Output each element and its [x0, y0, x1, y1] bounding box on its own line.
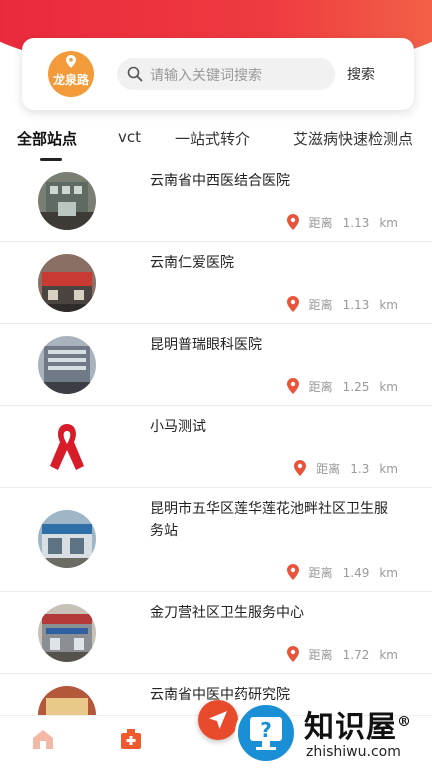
site-avatar	[38, 172, 96, 230]
site-name: 金刀营社区卫生服务中心	[150, 605, 304, 621]
tab-vct[interactable]: vct	[118, 128, 141, 146]
site-list[interactable]: 云南省中西医结合医院 距离 1.13 km 云南仁爱医院 距离 1.13 km	[0, 160, 432, 715]
distance-label: 距离	[308, 648, 333, 662]
building-photo-icon	[38, 254, 96, 312]
distance-label: 距离	[316, 462, 341, 476]
search-placeholder: 请输入关键词搜索	[150, 68, 262, 84]
category-tabs: 全部站点 vct 一站式转介 艾滋病快速检测点	[0, 122, 432, 164]
site-name: 昆明普瑞眼科医院	[150, 337, 262, 353]
search-button[interactable]: 搜索	[347, 64, 375, 84]
watermark-logo: ?	[235, 702, 297, 764]
site-name: 云南省中西医结合医院	[150, 173, 290, 189]
list-item[interactable]: 云南仁爱医院 距离 1.13 km	[0, 242, 432, 324]
distance-value: 1.49	[342, 566, 370, 580]
site-avatar	[38, 336, 96, 394]
site-avatar	[38, 510, 96, 568]
location-label: 龙泉路	[52, 73, 89, 87]
site-name: 昆明市五华区莲华莲花池畔社区卫生服务站	[150, 501, 388, 539]
site-avatar	[38, 604, 96, 662]
distance-value: 1.13	[342, 298, 370, 312]
watermark-subtitle: zhishiwu.com	[306, 744, 401, 760]
site-distance: 距离 1.72 km	[286, 646, 398, 663]
tab-referral[interactable]: 一站式转介	[175, 128, 250, 149]
location-button[interactable]: 龙泉路	[48, 51, 94, 97]
list-item[interactable]: 云南省中西医结合医院 距离 1.13 km	[0, 160, 432, 242]
building-photo-icon	[38, 510, 96, 568]
distance-value: 1.25	[342, 380, 370, 394]
svg-text:?: ?	[260, 718, 272, 742]
distance-pin-icon	[286, 214, 299, 230]
tab-rapid-test[interactable]: 艾滋病快速检测点	[293, 128, 413, 149]
help-monitor-icon: ?	[250, 717, 282, 750]
site-name: 小马测试	[150, 419, 206, 435]
building-photo-icon	[38, 336, 96, 394]
list-item[interactable]: 金刀营社区卫生服务中心 距离 1.72 km	[0, 592, 432, 674]
distance-pin-icon	[286, 296, 299, 312]
site-distance: 距离 1.49 km	[286, 564, 398, 581]
search-input[interactable]: 请输入关键词搜索	[117, 58, 335, 90]
list-item[interactable]: 昆明市五华区莲华莲花池畔社区卫生服务站 距离 1.49 km	[0, 488, 432, 592]
building-photo-icon	[38, 172, 96, 230]
building-photo-icon	[38, 686, 96, 715]
distance-pin-icon	[286, 378, 299, 394]
navigate-icon	[209, 711, 227, 729]
red-ribbon-icon	[38, 418, 96, 476]
distance-unit: km	[379, 380, 398, 394]
site-distance: 距离 1.25 km	[286, 378, 398, 395]
distance-label: 距离	[308, 566, 333, 580]
distance-label: 距离	[308, 380, 333, 394]
watermark: ? 知识屋® zhishiwu.com	[232, 698, 432, 768]
distance-unit: km	[379, 648, 398, 662]
distance-value: 1.72	[342, 648, 370, 662]
site-distance: 距离 1.13 km	[286, 296, 398, 313]
list-item[interactable]: 昆明普瑞眼科医院 距离 1.25 km	[0, 324, 432, 406]
site-avatar	[38, 418, 96, 476]
location-pin-icon	[66, 55, 76, 68]
distance-label: 距离	[308, 298, 333, 312]
app-screen: 龙泉路 请输入关键词搜索 搜索 全部站点 vct 一站式转介 艾滋病快速检测点	[0, 0, 432, 768]
distance-label: 距离	[308, 216, 333, 230]
site-name: 云南仁爱医院	[150, 255, 234, 271]
hospital-icon[interactable]	[119, 727, 143, 751]
distance-pin-icon	[286, 646, 299, 662]
search-card: 龙泉路 请输入关键词搜索 搜索	[22, 38, 414, 110]
watermark-title: 知识屋®	[304, 710, 412, 745]
site-avatar	[38, 686, 96, 715]
building-photo-icon	[38, 604, 96, 662]
site-distance: 距离 1.3 km	[294, 460, 398, 477]
distance-pin-icon	[286, 564, 299, 580]
distance-pin-icon	[294, 460, 307, 476]
distance-unit: km	[379, 566, 398, 580]
tab-all-sites[interactable]: 全部站点	[17, 128, 77, 149]
home-icon[interactable]	[31, 727, 55, 751]
distance-unit: km	[379, 216, 398, 230]
distance-value: 1.13	[342, 216, 370, 230]
search-icon	[127, 66, 143, 82]
site-distance: 距离 1.13 km	[286, 214, 398, 231]
distance-unit: km	[379, 462, 398, 476]
list-item[interactable]: 小马测试 距离 1.3 km	[0, 406, 432, 488]
distance-value: 1.3	[350, 462, 370, 476]
distance-unit: km	[379, 298, 398, 312]
site-avatar	[38, 254, 96, 312]
